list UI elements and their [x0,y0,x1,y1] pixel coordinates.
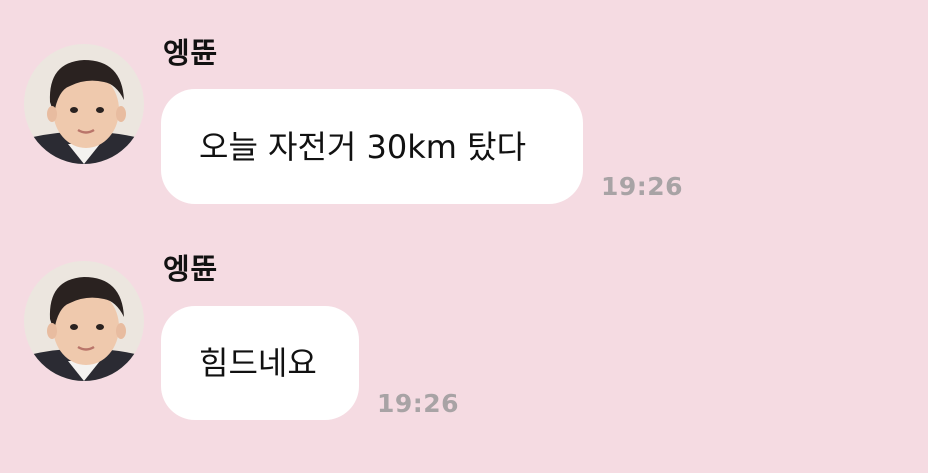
message-timestamp: 19:26 [377,389,460,418]
message-bubble[interactable]: 오늘 자전거 30km 탔다 [161,89,583,204]
sender-name: 엥뜐 [163,36,219,70]
message-timestamp: 19:26 [601,172,684,201]
message-text: 힘드네요 [199,344,317,382]
child-profile-photo-icon [24,44,144,164]
child-profile-photo-icon [24,261,144,381]
sender-name: 엥뜐 [163,252,219,286]
avatar[interactable] [24,44,144,164]
message-text: 오늘 자전거 30km 탔다 [199,127,527,166]
avatar[interactable] [24,261,144,381]
message-bubble[interactable]: 힘드네요 [161,306,359,420]
